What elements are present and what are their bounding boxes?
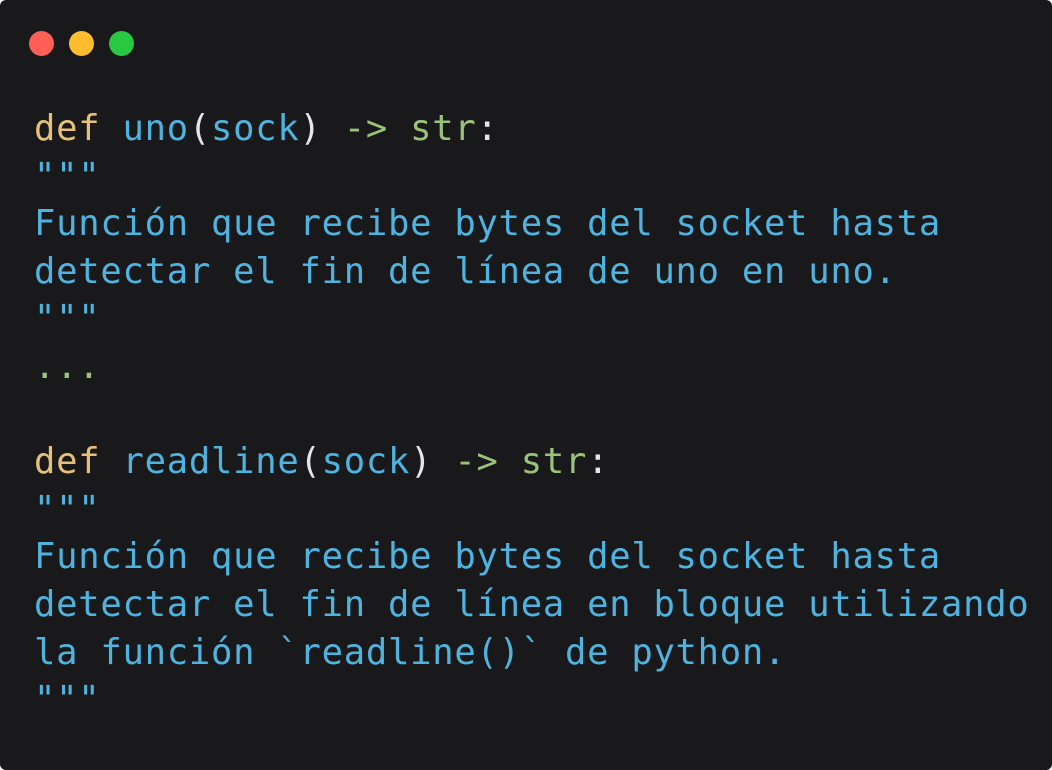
def-keyword: def [34,441,101,483]
return-type: str [520,441,588,483]
docstring-line: Función que recibe bytes del socket hast… [34,203,942,245]
window-controls [29,31,134,56]
docstring-line: detectar el fin de línea en bloque utili… [34,583,1030,625]
code-block: def uno(sock) -> str: """ Función que re… [34,105,1030,724]
close-button[interactable] [29,31,54,56]
close-paren: ) [299,108,322,149]
parameter: sock [321,441,411,483]
close-paren: ) [410,441,433,483]
open-paren: ( [299,441,322,483]
docstring-open: """ [34,488,101,530]
function-signature-readline: def readline(sock) -> str: [34,438,1030,486]
function-name: uno [122,108,189,149]
return-type: str [410,108,477,149]
docstring-close: """ [34,679,101,721]
docstring-close: """ [34,298,101,340]
ellipsis-body: ... [34,345,101,387]
function-name: readline [122,441,300,483]
docstring-open: """ [34,155,101,197]
docstring-line: la función `readline()` de python. [34,631,787,673]
docstring-line: Función que recibe bytes del socket hast… [34,536,942,578]
colon: : [476,108,499,149]
minimize-button[interactable] [69,31,94,56]
function-signature-uno: def uno(sock) -> str: [34,105,1030,153]
parameter: sock [211,108,300,149]
return-arrow: -> [454,441,499,483]
return-arrow: -> [343,108,388,149]
colon: : [587,441,610,483]
maximize-button[interactable] [109,31,134,56]
def-keyword: def [34,108,101,149]
docstring-line: detectar el fin de línea de uno en uno. [34,250,897,292]
code-window: def uno(sock) -> str: """ Función que re… [0,0,1052,770]
open-paren: ( [188,108,211,149]
